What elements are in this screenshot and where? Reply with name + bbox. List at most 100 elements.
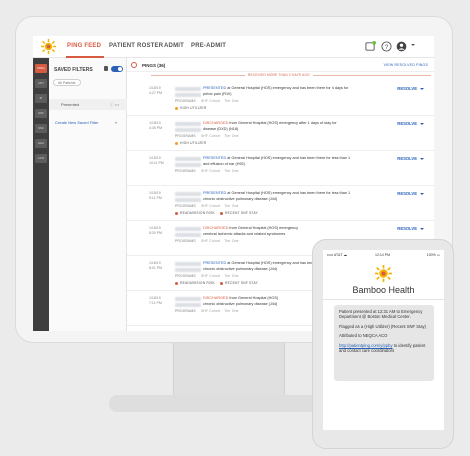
ping-diagnosis: pelvic pain (R10)	[203, 92, 232, 96]
flag-icon	[175, 141, 178, 145]
ping-summary: PRESENTED at General Hospital (HOS) emer…	[203, 86, 348, 90]
ping-summary: DISCHARGED from General Hospital (HOS) e…	[203, 226, 298, 230]
ping-program: PROGRAMS SHF Cohort Tier One	[175, 169, 239, 173]
ping-program: PROGRAMS SHF Cohort Tier One	[175, 99, 239, 103]
flag-icon	[175, 281, 178, 285]
ping-summary: DISCHARGED from General Hospital (HOS) e…	[203, 121, 337, 125]
message-line: Attributed to NEQCA ACO	[339, 333, 388, 339]
filter-item-presented[interactable]: Presented ⓘ •••	[49, 99, 127, 110]
redacted-name	[175, 87, 201, 91]
pings-title: PINGS (36)	[142, 63, 166, 68]
bamboo-logo-icon[interactable]	[41, 39, 56, 54]
chevron-down-icon[interactable]: ▾	[115, 120, 117, 125]
tab-ping-feed[interactable]: PING FEED	[67, 43, 101, 49]
ping-program: PROGRAMS SHF Cohort Tier One	[175, 239, 239, 243]
ping-flags: READMISSION RISK RECENT SNF STAY	[175, 281, 258, 285]
message-line: Patient presented at 12:31 AM to Emergen…	[339, 309, 423, 320]
ping-row[interactable]: 1/18/19 10:11 PM PRESENTED at General Hosp…	[127, 151, 434, 186]
rail-tab-5[interactable]: SNF	[35, 124, 47, 133]
ping-program: PROGRAMS SHF Cohort Tier One	[175, 204, 239, 208]
ping-flags: HIGH UTILIZER	[175, 106, 206, 110]
ping-summary: PRESENTED at General Hospital (HOS) emer…	[203, 191, 350, 195]
ping-detail: at General Hospital (HOS) emergency and …	[227, 156, 351, 160]
pings-header: PINGS (36) VIEW RESOLVED PINGS	[127, 58, 434, 72]
rail-tab-1[interactable]: PING	[35, 64, 47, 73]
tab-pre-admit[interactable]: PRE-ADMIT	[191, 43, 226, 49]
redacted-name	[175, 122, 201, 126]
ping-detail: from General Hospital (HOS)	[229, 296, 279, 300]
ping-diagnosis: cerebral ischemic attacks and related sy…	[203, 232, 286, 236]
mobile-phone: ••••• AT&T ☁ 12:14 PM 100% ▭ Bamboo Heal…	[312, 239, 454, 449]
stage: PING FEED PATIENT ROSTER ADMIT PRE-ADMIT…	[0, 0, 470, 456]
flag-icon	[175, 211, 178, 215]
divider	[323, 299, 444, 300]
ping-date: 1/18/19 4:27 PM	[149, 86, 163, 95]
ping-diagnosis: disease (DXD) (N18)	[203, 127, 239, 131]
ping-status: PRESENTED	[203, 156, 227, 160]
resolve-button[interactable]: RESOLVE	[397, 191, 424, 196]
tab-admit[interactable]: ADMIT	[164, 43, 184, 49]
redacted-name	[175, 192, 201, 196]
notification-icon[interactable]	[365, 41, 376, 52]
bamboo-logo-icon	[375, 265, 392, 282]
flag-icon	[175, 106, 178, 110]
phone-time: 12:14 PM	[375, 253, 390, 257]
rail-tab-2[interactable]: ADT	[35, 79, 47, 88]
received-banner: RECEIVED MORE THAN 3 DAYS AGO	[245, 73, 313, 77]
all-patients-chip[interactable]: All Patients	[53, 79, 81, 86]
profile-icon[interactable]	[396, 41, 407, 52]
redacted-name	[175, 297, 201, 301]
redacted-text	[175, 198, 201, 202]
sms-message-bubble: Patient presented at 12:31 AM to Emergen…	[334, 305, 434, 381]
more-options-icon[interactable]: ⓘ •••	[110, 102, 119, 108]
battery-indicator: 100% ▭	[426, 253, 440, 257]
resolve-button[interactable]: RESOLVE	[397, 156, 424, 161]
carrier-signal: ••••• AT&T ☁	[327, 253, 348, 257]
ping-date: 1/18/19 10:11 PM	[149, 156, 164, 165]
ping-date: 1/18/19 8:30 PM	[149, 226, 163, 235]
redacted-text	[175, 303, 201, 307]
ping-diagnosis: chronic obstructive pulmonary disease (J…	[203, 197, 278, 201]
ping-status: DISCHARGED	[203, 296, 229, 300]
create-saved-filter-link[interactable]: Create New Saved Filter	[55, 120, 99, 125]
redacted-text	[175, 268, 201, 272]
phone-status-bar: ••••• AT&T ☁ 12:14 PM 100% ▭	[323, 250, 444, 259]
ping-flags: HIGH UTILIZER	[175, 141, 206, 145]
ping-row[interactable]: 1/18/19 9:11 PM PRESENTED at General Hospi…	[127, 186, 434, 221]
svg-text:?: ?	[385, 44, 389, 51]
rail-tab-7[interactable]: ACO	[35, 154, 47, 163]
message-line: Flagged as a (High Utilizer) (Recent SNF…	[339, 323, 427, 329]
ping-row[interactable]: 1/18/19 4:35 PM DISCHARGED from General Ho…	[127, 116, 434, 151]
ping-diagnosis: chronic obstructive pulmonary disease (J…	[203, 302, 278, 306]
redacted-text	[175, 163, 201, 167]
flag-icon	[220, 281, 224, 285]
resolve-button[interactable]: RESOLVE	[397, 86, 424, 91]
profile-chevron-down-icon[interactable]	[411, 44, 415, 46]
resolve-button[interactable]: RESOLVE	[397, 121, 424, 126]
view-resolved-link[interactable]: VIEW RESOLVED PINGS	[384, 63, 428, 67]
ping-diagnosis: chronic obstructive pulmonary disease (J…	[203, 267, 278, 271]
resolve-button[interactable]: RESOLVE	[397, 226, 424, 231]
left-rail: PING ADT IP SNF SNF HHA ACO	[33, 58, 49, 331]
rail-tab-4[interactable]: SNF	[35, 109, 47, 118]
phone-screen: ••••• AT&T ☁ 12:14 PM 100% ▭ Bamboo Heal…	[323, 250, 444, 430]
rail-tab-3[interactable]: IP	[35, 94, 47, 103]
redacted-name	[175, 157, 201, 161]
ping-date: 1/18/19 9:11 PM	[149, 191, 162, 200]
patient-link[interactable]: http://patientping.com/y/ppby	[339, 343, 393, 348]
ping-program: PROGRAMS SHF Cohort Tier One	[175, 274, 239, 278]
saved-filters-toggle[interactable]	[111, 66, 123, 72]
flag-icon	[220, 211, 224, 215]
help-icon[interactable]: ?	[381, 41, 392, 52]
redacted-text	[175, 128, 201, 132]
rail-tab-6[interactable]: HHA	[35, 139, 47, 148]
redacted-name	[175, 227, 201, 231]
ping-program: PROGRAMS SHF Cohort Tier One	[175, 134, 239, 138]
ping-date: 1/18/19 4:35 PM	[149, 121, 163, 130]
ping-row[interactable]: 1/18/19 4:27 PM PRESENTED at General Hospi…	[127, 81, 434, 116]
message-link-paragraph: http://patientping.com/y/ppby to identif…	[339, 343, 429, 354]
ping-detail: at General Hospital (HOS) emergency and …	[227, 191, 351, 195]
tab-patient-roster[interactable]: PATIENT ROSTER	[109, 43, 163, 49]
ping-status: DISCHARGED	[203, 121, 229, 125]
redacted-name	[175, 262, 201, 266]
